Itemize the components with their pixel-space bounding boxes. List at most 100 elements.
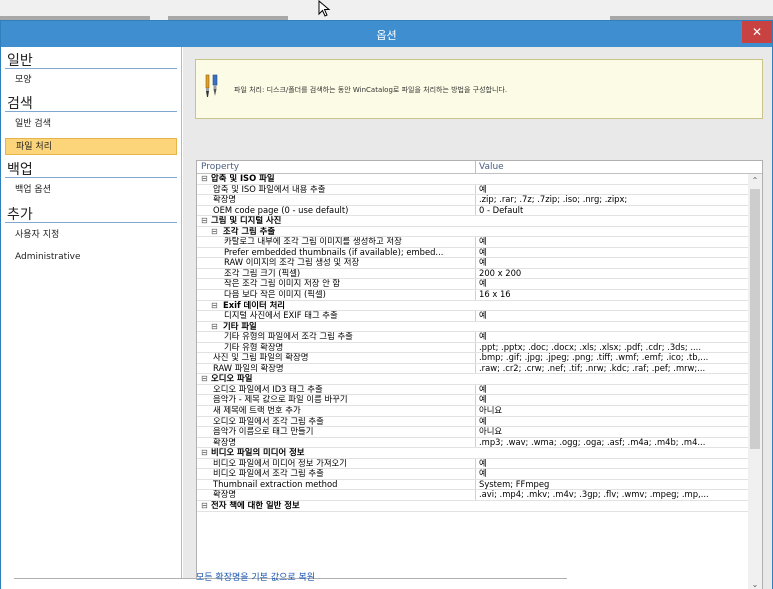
- close-button[interactable]: ✕: [742, 21, 772, 43]
- property-value[interactable]: .raw; .cr2; .crw; .nef; .tif; .nrw; .kdc…: [479, 364, 745, 374]
- property-row[interactable]: 작은 조각 그림 이미지 저장 안 함 예: [197, 279, 748, 291]
- property-value[interactable]: 아니요: [479, 427, 745, 437]
- column-separator: [475, 247, 476, 258]
- property-name: 조각 그림 추출: [223, 226, 276, 236]
- property-name: 다음 보다 작은 이미지 (픽셀): [224, 290, 326, 300]
- property-row[interactable]: 음악가 - 제목 값으로 파일 이름 바꾸기 예: [197, 395, 748, 407]
- property-value[interactable]: 예: [479, 385, 745, 395]
- property-name: 압축 및 ISO 파일: [211, 174, 275, 183]
- property-value[interactable]: 예: [479, 279, 745, 289]
- scroll-thumb[interactable]: [750, 189, 760, 449]
- category-row[interactable]: ⊟ 압축 및 ISO 파일: [197, 174, 748, 185]
- property-value[interactable]: 예: [479, 395, 745, 405]
- property-name: 비디오 파일의 미디어 정보: [211, 448, 305, 458]
- property-row[interactable]: Thumbnail extraction method System; FFmpe…: [197, 479, 748, 491]
- property-value[interactable]: .zip; .rar; .7z; .7zip; .iso; .nrg; .zip…: [479, 195, 745, 205]
- property-value[interactable]: .avi; .mp4; .mkv; .m4v; .3gp; .flv; .wmv…: [479, 490, 745, 500]
- property-row[interactable]: Prefer embedded thumbnails (if available…: [197, 247, 748, 259]
- sidebar-item-administrative[interactable]: Administrative: [5, 249, 177, 266]
- property-value[interactable]: 16 x 16: [479, 290, 745, 300]
- property-value[interactable]: 아니요: [479, 406, 745, 416]
- collapse-icon[interactable]: ⊟: [211, 301, 218, 311]
- background-strip: [0, 0, 773, 20]
- property-row[interactable]: RAW 이미지의 조각 그림 생성 및 저장 예: [197, 258, 748, 269]
- property-value[interactable]: 예: [479, 417, 745, 427]
- property-name: 비디오 파일에서 미디어 정보 가져오기: [213, 458, 347, 468]
- column-separator: [475, 290, 476, 300]
- column-separator: [475, 332, 476, 342]
- collapse-icon[interactable]: ⊟: [211, 322, 218, 332]
- column-separator: [475, 458, 476, 469]
- collapse-icon[interactable]: ⊟: [201, 174, 208, 184]
- sidebar-item-general-search[interactable]: 일반 검색: [5, 116, 177, 133]
- scroll-up-icon[interactable]: ⌃: [748, 174, 762, 188]
- category-row[interactable]: ⊟ 그림 및 디지털 사진: [197, 216, 748, 227]
- subcategory-row[interactable]: ⊟ Exif 데이터 처리: [197, 301, 748, 312]
- vertical-scrollbar[interactable]: ⌃ ⌄: [748, 174, 762, 589]
- property-row[interactable]: 확장명 .mp3; .wav; .wma; .ogg; .oga; .asf; .…: [197, 437, 748, 449]
- property-value[interactable]: .ppt; .pptx; .doc; .docx; .xls; .xlsx; .…: [479, 343, 745, 353]
- property-value[interactable]: .bmp; .gif; .jpg; .jpeg; .png; .tiff; .w…: [479, 353, 745, 363]
- property-value[interactable]: System; FFmpeg: [479, 480, 745, 490]
- property-row[interactable]: 카탈로그 내부에 조각 그림 이미지를 생성하고 저장 예: [197, 237, 748, 248]
- sidebar-item-file-processing[interactable]: 파일 처리: [5, 138, 177, 155]
- collapse-icon[interactable]: ⊟: [201, 501, 208, 511]
- property-name: Exif 데이터 처리: [223, 300, 285, 310]
- column-separator[interactable]: [475, 161, 476, 174]
- column-separator: [475, 479, 476, 490]
- property-row[interactable]: 기타 유형 확장명 .ppt; .pptx; .doc; .docx; .xls;…: [197, 342, 748, 354]
- property-row[interactable]: 확장명 .avi; .mp4; .mkv; .m4v; .3gp; .flv; .…: [197, 490, 748, 501]
- column-separator: [475, 195, 476, 205]
- property-row[interactable]: 사진 및 그림 파일의 확장명 .bmp; .gif; .jpg; .jpeg; …: [197, 353, 748, 364]
- collapse-icon[interactable]: ⊟: [201, 374, 208, 384]
- property-row[interactable]: 확장명 .zip; .rar; .7z; .7zip; .iso; .nrg; .…: [197, 195, 748, 206]
- collapse-icon[interactable]: ⊟: [211, 227, 218, 237]
- column-separator: [475, 395, 476, 406]
- column-separator: [475, 437, 476, 448]
- column-separator: [475, 184, 476, 195]
- property-value[interactable]: 예: [479, 332, 745, 342]
- property-value[interactable]: .mp3; .wav; .wma; .ogg; .oga; .asf; .m4a…: [479, 438, 745, 448]
- property-row[interactable]: 비디오 파일에서 미디어 정보 가져오기 예: [197, 458, 748, 470]
- title-bar[interactable]: 옵션 ✕: [1, 21, 772, 47]
- property-row[interactable]: 다음 보다 작은 이미지 (픽셀) 16 x 16: [197, 290, 748, 301]
- category-row[interactable]: ⊟ 비디오 파일의 미디어 정보: [197, 448, 748, 459]
- column-separator: [475, 205, 476, 216]
- property-row[interactable]: 오디오 파일에서 조각 그림 추출 예: [197, 416, 748, 428]
- category-row[interactable]: ⊟ 전자 책에 대한 일반 정보: [197, 501, 748, 512]
- property-row[interactable]: 오디오 파일에서 ID3 태그 추출 예: [197, 384, 748, 396]
- property-name: RAW 파일의 확장명: [213, 363, 284, 373]
- collapse-icon[interactable]: ⊟: [201, 448, 208, 458]
- property-value[interactable]: 예: [479, 248, 745, 258]
- property-row[interactable]: 음악가 이름으로 태그 만들기 아니요: [197, 427, 748, 438]
- property-row[interactable]: 비디오 파일에서 조각 그림 추출 예: [197, 469, 748, 480]
- property-row[interactable]: 기타 유형의 파일에서 조각 그림 추출 예: [197, 332, 748, 343]
- property-value[interactable]: 예: [479, 237, 745, 247]
- property-value[interactable]: 0 - Default: [479, 206, 745, 216]
- reset-extensions-link[interactable]: 모든 확장명을 기본 값으로 복원: [196, 570, 315, 583]
- property-name: Prefer embedded thumbnails (if available…: [224, 247, 444, 257]
- property-value[interactable]: 예: [479, 469, 745, 479]
- property-row[interactable]: 디지털 사진에서 EXIF 태그 추출 예: [197, 311, 748, 322]
- property-row[interactable]: RAW 파일의 확장명 .raw; .cr2; .crw; .nef; .tif;…: [197, 363, 748, 375]
- sidebar-item-appearance[interactable]: 모양: [5, 72, 177, 89]
- sidebar-item-backup-options[interactable]: 백업 옵션: [5, 182, 177, 199]
- property-row[interactable]: OEM code page (0 - use default) 0 - Defau…: [197, 205, 748, 217]
- property-value[interactable]: 예: [479, 185, 745, 195]
- sidebar-item-customize[interactable]: 사용자 지정: [5, 227, 177, 244]
- property-value[interactable]: 예: [479, 311, 745, 321]
- category-row[interactable]: ⊟ 오디오 파일: [197, 374, 748, 385]
- collapse-icon[interactable]: ⊟: [201, 216, 208, 226]
- property-row[interactable]: 새 제목에 트랙 번호 추가 아니요: [197, 406, 748, 417]
- subcategory-row[interactable]: ⊟ 기타 파일: [197, 322, 748, 333]
- property-name: 오디오 파일에서 ID3 태그 추출: [213, 384, 323, 394]
- scroll-down-icon[interactable]: ⌄: [748, 578, 762, 589]
- property-row[interactable]: 조각 그림 크기 (픽셀) 200 x 200: [197, 268, 748, 280]
- property-value[interactable]: 예: [479, 459, 745, 469]
- property-value[interactable]: 예: [479, 258, 745, 268]
- property-name: 새 제목에 트랙 번호 추가: [213, 406, 301, 416]
- property-value[interactable]: 200 x 200: [479, 269, 745, 279]
- property-row[interactable]: 압축 및 ISO 파일에서 내용 추출 예: [197, 184, 748, 196]
- subcategory-row[interactable]: ⊟ 조각 그림 추출: [197, 227, 748, 238]
- property-name: 오디오 파일에서 조각 그림 추출: [213, 416, 324, 426]
